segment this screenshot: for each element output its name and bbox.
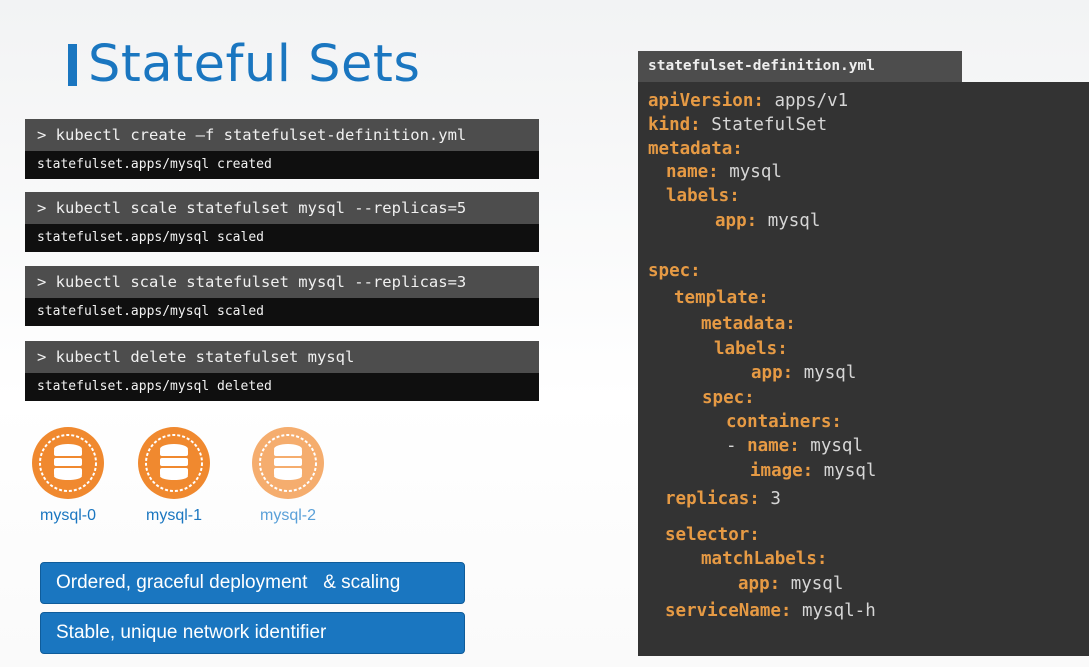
database-icon — [138, 427, 210, 499]
pod-mysql-1: mysql-1 — [124, 425, 224, 525]
database-icon — [32, 427, 104, 499]
page-title: Stateful Sets — [88, 35, 421, 94]
code-line: apiVersion: apps/v1 — [648, 91, 849, 111]
code-line: app: mysql — [715, 211, 821, 231]
terminal-block-scale-up: > kubectl scale statefulset mysql --repl… — [25, 192, 539, 252]
code-line: spec: — [648, 261, 701, 281]
terminal-output: statefulset.apps/mysql created — [25, 151, 539, 179]
code-line: name: mysql — [666, 162, 782, 182]
code-line: app: mysql — [751, 363, 857, 383]
terminal-command: > kubectl scale statefulset mysql --repl… — [25, 266, 539, 298]
code-line: serviceName: mysql-h — [665, 601, 876, 621]
pod-mysql-0: mysql-0 — [18, 425, 118, 525]
code-line: template: — [674, 288, 769, 308]
code-line: image: mysql — [750, 461, 877, 481]
feature-network-identifier: Stable, unique network identifier — [40, 612, 465, 654]
terminal-command: > kubectl delete statefulset mysql — [25, 341, 539, 373]
list-dash: - — [726, 436, 748, 456]
code-line: spec: — [702, 388, 755, 408]
code-line: labels: — [714, 339, 788, 359]
code-line: - name: mysql — [726, 436, 863, 456]
terminal-output: statefulset.apps/mysql scaled — [25, 224, 539, 252]
terminal-block-create: > kubectl create –f statefulset-definiti… — [25, 119, 539, 179]
code-line: matchLabels: — [701, 549, 828, 569]
terminal-command: > kubectl scale statefulset mysql --repl… — [25, 192, 539, 224]
code-line: containers: — [726, 412, 842, 432]
code-line: metadata: — [701, 314, 796, 334]
terminal-output: statefulset.apps/mysql scaled — [25, 298, 539, 326]
code-line: replicas: 3 — [665, 489, 781, 509]
code-line: app: mysql — [738, 574, 844, 594]
code-line: selector: — [665, 525, 760, 545]
feature-ordered-deployment: Ordered, graceful deployment & scaling — [40, 562, 465, 604]
terminal-block-delete: > kubectl delete statefulset mysql state… — [25, 341, 539, 401]
code-line: metadata: — [648, 139, 743, 159]
pod-label: mysql-1 — [145, 507, 202, 524]
terminal-command: > kubectl create –f statefulset-definiti… — [25, 119, 539, 151]
pod-mysql-2: mysql-2 — [238, 425, 338, 525]
file-tab[interactable]: statefulset-definition.yml — [638, 51, 962, 82]
code-editor: apiVersion: apps/v1 kind: StatefulSet me… — [638, 82, 1089, 656]
terminal-output: statefulset.apps/mysql deleted — [25, 373, 539, 401]
title-accent-bar — [68, 44, 77, 86]
code-line: kind: StatefulSet — [648, 115, 828, 135]
pod-label: mysql-0 — [39, 507, 96, 524]
pod-label: mysql-2 — [259, 507, 316, 524]
database-icon — [252, 427, 324, 499]
terminal-block-scale-down: > kubectl scale statefulset mysql --repl… — [25, 266, 539, 326]
code-line: labels: — [666, 186, 740, 206]
